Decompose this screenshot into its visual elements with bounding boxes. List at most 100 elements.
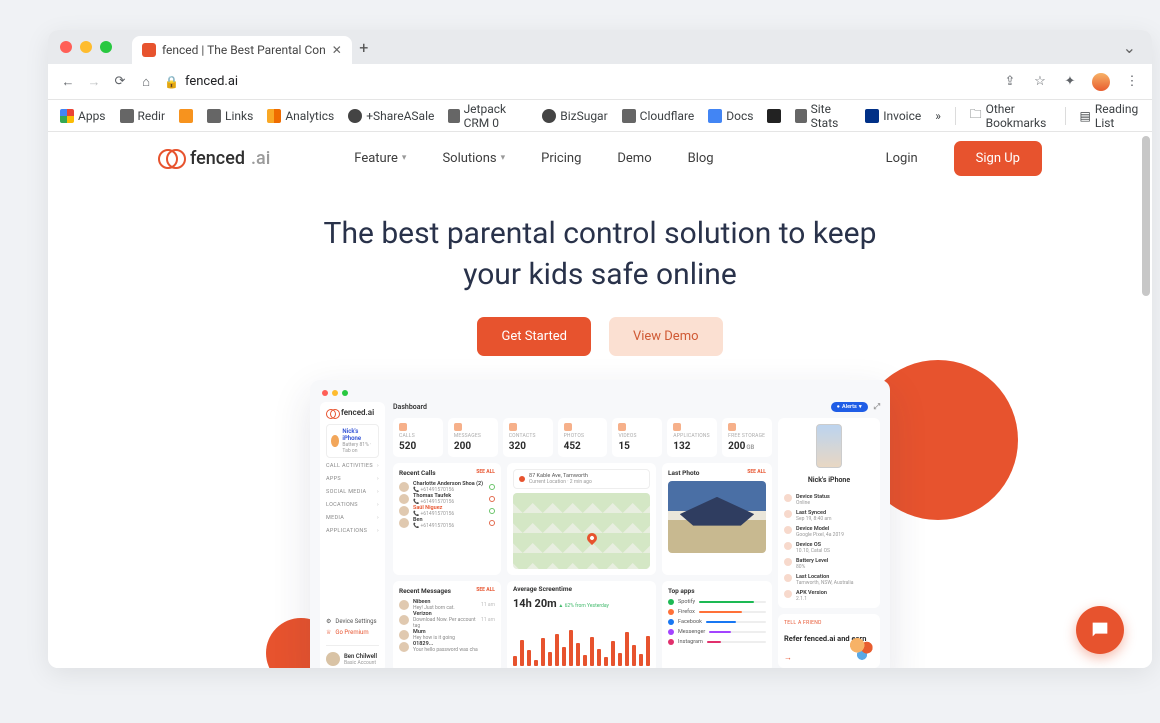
kebab-menu-icon[interactable]: ⋮ [1124, 74, 1140, 90]
bookmark-links[interactable]: Links [207, 109, 253, 123]
bookmark-redir[interactable]: Redir [120, 109, 166, 123]
other-bookmarks[interactable]: 🗀Other Bookmarks [970, 102, 1051, 130]
avatar [399, 600, 409, 610]
maximize-window-icon[interactable] [100, 41, 112, 53]
stat-icon [454, 423, 462, 431]
separator [955, 107, 956, 125]
nav-demo[interactable]: Demo [617, 151, 651, 166]
minimize-window-icon[interactable] [80, 41, 92, 53]
bookmark-icon [767, 109, 781, 123]
home-icon[interactable]: ⌂ [138, 74, 154, 90]
tabs-overflow-icon[interactable]: ⌄ [1123, 38, 1136, 57]
app-icon [668, 639, 674, 645]
bookmark-cloudflare[interactable]: Cloudflare [622, 109, 695, 123]
bar [646, 636, 650, 666]
alerts-pill: ● Alerts ▾ [831, 402, 868, 412]
chevron-down-icon: ▾ [402, 153, 407, 163]
bookmark-icon [448, 109, 459, 123]
info-icon [784, 574, 792, 582]
close-window-icon[interactable] [60, 41, 72, 53]
hero-title: The best parental control solution to ke… [320, 214, 880, 295]
bookmark-apps[interactable]: Apps [60, 109, 106, 123]
gift-icon [850, 638, 874, 662]
message-row: 01829...Your hello password was cha [399, 641, 495, 653]
brand-suffix: .ai [251, 148, 270, 169]
bar [590, 637, 594, 666]
forward-icon[interactable]: → [86, 74, 102, 90]
bar [611, 641, 615, 666]
separator [1065, 107, 1066, 125]
stat-icon [399, 423, 407, 431]
chat-widget-button[interactable] [1076, 606, 1124, 654]
bookmark-docs[interactable]: Docs [708, 109, 753, 123]
pin-icon [519, 476, 525, 482]
sidebar-premium: ♕Go Premium [326, 629, 379, 636]
bookmark-icon [622, 109, 636, 123]
reading-list[interactable]: ▤Reading List [1080, 102, 1141, 130]
bookmark-blank[interactable] [767, 109, 781, 123]
avatar [399, 518, 409, 528]
nav-blog[interactable]: Blog [688, 151, 714, 166]
bar [576, 643, 580, 666]
bar [597, 649, 601, 666]
get-started-button[interactable]: Get Started [477, 317, 590, 356]
app-row: Facebook [668, 619, 766, 625]
tab-favicon [142, 43, 156, 57]
app-row: Firefox [668, 609, 766, 615]
profile-avatar[interactable] [1092, 73, 1110, 91]
bar [520, 640, 524, 666]
screenshot-brand: fenced.ai [326, 408, 379, 417]
bookmark-shareasale[interactable]: +ShareASale [348, 109, 434, 123]
nav-solutions[interactable]: Solutions▾ [442, 151, 505, 166]
stat-card: CALLS 520 [393, 418, 443, 457]
view-demo-button[interactable]: View Demo [609, 317, 723, 356]
reload-icon[interactable]: ⟳ [112, 74, 128, 90]
signup-button[interactable]: Sign Up [954, 141, 1042, 176]
bookmark-sc[interactable] [179, 109, 193, 123]
analytics-icon [267, 109, 281, 123]
chevron-down-icon: ▾ [501, 153, 506, 163]
bar [562, 647, 566, 666]
back-icon[interactable]: ← [60, 74, 76, 90]
product-screenshot: fenced.ai Nick's iPhone Battery 81% · Ta… [310, 380, 890, 668]
chat-icon [1089, 619, 1111, 641]
url-box[interactable]: 🔒 fenced.ai [164, 74, 238, 89]
nav-pricing[interactable]: Pricing [541, 151, 581, 166]
device-info-row: Device ModelGoogle Pixel, 4a 2019 [784, 526, 874, 538]
screenshot-main: Dashboard ● Alerts ▾ ⤢ CALLS 520 MESSAGE… [393, 402, 880, 668]
device-info-row: Device StatusOnline [784, 494, 874, 506]
bar [625, 632, 629, 666]
globe-icon [542, 109, 556, 123]
tab-close-icon[interactable]: ✕ [332, 43, 342, 57]
nav-feature[interactable]: Feature▾ [354, 151, 406, 166]
bar [632, 645, 636, 666]
soundcloud-icon [179, 109, 193, 123]
avatar [399, 630, 409, 640]
logo-mark-icon [326, 409, 338, 417]
app-row: Messenger [668, 629, 766, 635]
bookmark-analytics[interactable]: Analytics [267, 109, 334, 123]
top-apps-card: Top apps Spotify Firefox Facebook Messen… [662, 581, 772, 668]
call-row: Thomas Taufek📞 +61491570156 [399, 493, 495, 505]
brand-logo[interactable]: fenced.ai [158, 148, 270, 169]
scrollbar[interactable] [1140, 132, 1152, 668]
new-tab-button[interactable]: + [352, 38, 376, 57]
sidebar-item: MEDIA› [326, 513, 379, 523]
stat-card: MESSAGES 200 [448, 418, 498, 457]
stat-card: VIDEOS 15 [612, 418, 662, 457]
bookmarks-overflow[interactable]: » [935, 109, 941, 123]
share-icon[interactable]: ⇪ [1002, 74, 1018, 90]
browser-tab[interactable]: fenced | The Best Parental Con ✕ [132, 36, 352, 64]
scrollbar-thumb[interactable] [1142, 136, 1150, 296]
bookmark-bizsugar[interactable]: BizSugar [542, 109, 607, 123]
star-icon[interactable]: ☆ [1032, 74, 1048, 90]
bookmark-jetpack[interactable]: Jetpack CRM 0 [448, 102, 528, 130]
extensions-icon[interactable]: ✦ [1062, 74, 1078, 90]
bookmark-sitestats[interactable]: Site Stats [795, 102, 851, 130]
device-avatar [331, 435, 339, 447]
bar [527, 650, 531, 666]
bookmark-invoice[interactable]: Invoice [865, 109, 921, 123]
sidebar-item: CALL ACTIVITIES› [326, 461, 379, 471]
nav-login[interactable]: Login [886, 151, 918, 166]
site-header: fenced.ai Feature▾ Solutions▾ Pricing De… [48, 132, 1152, 184]
